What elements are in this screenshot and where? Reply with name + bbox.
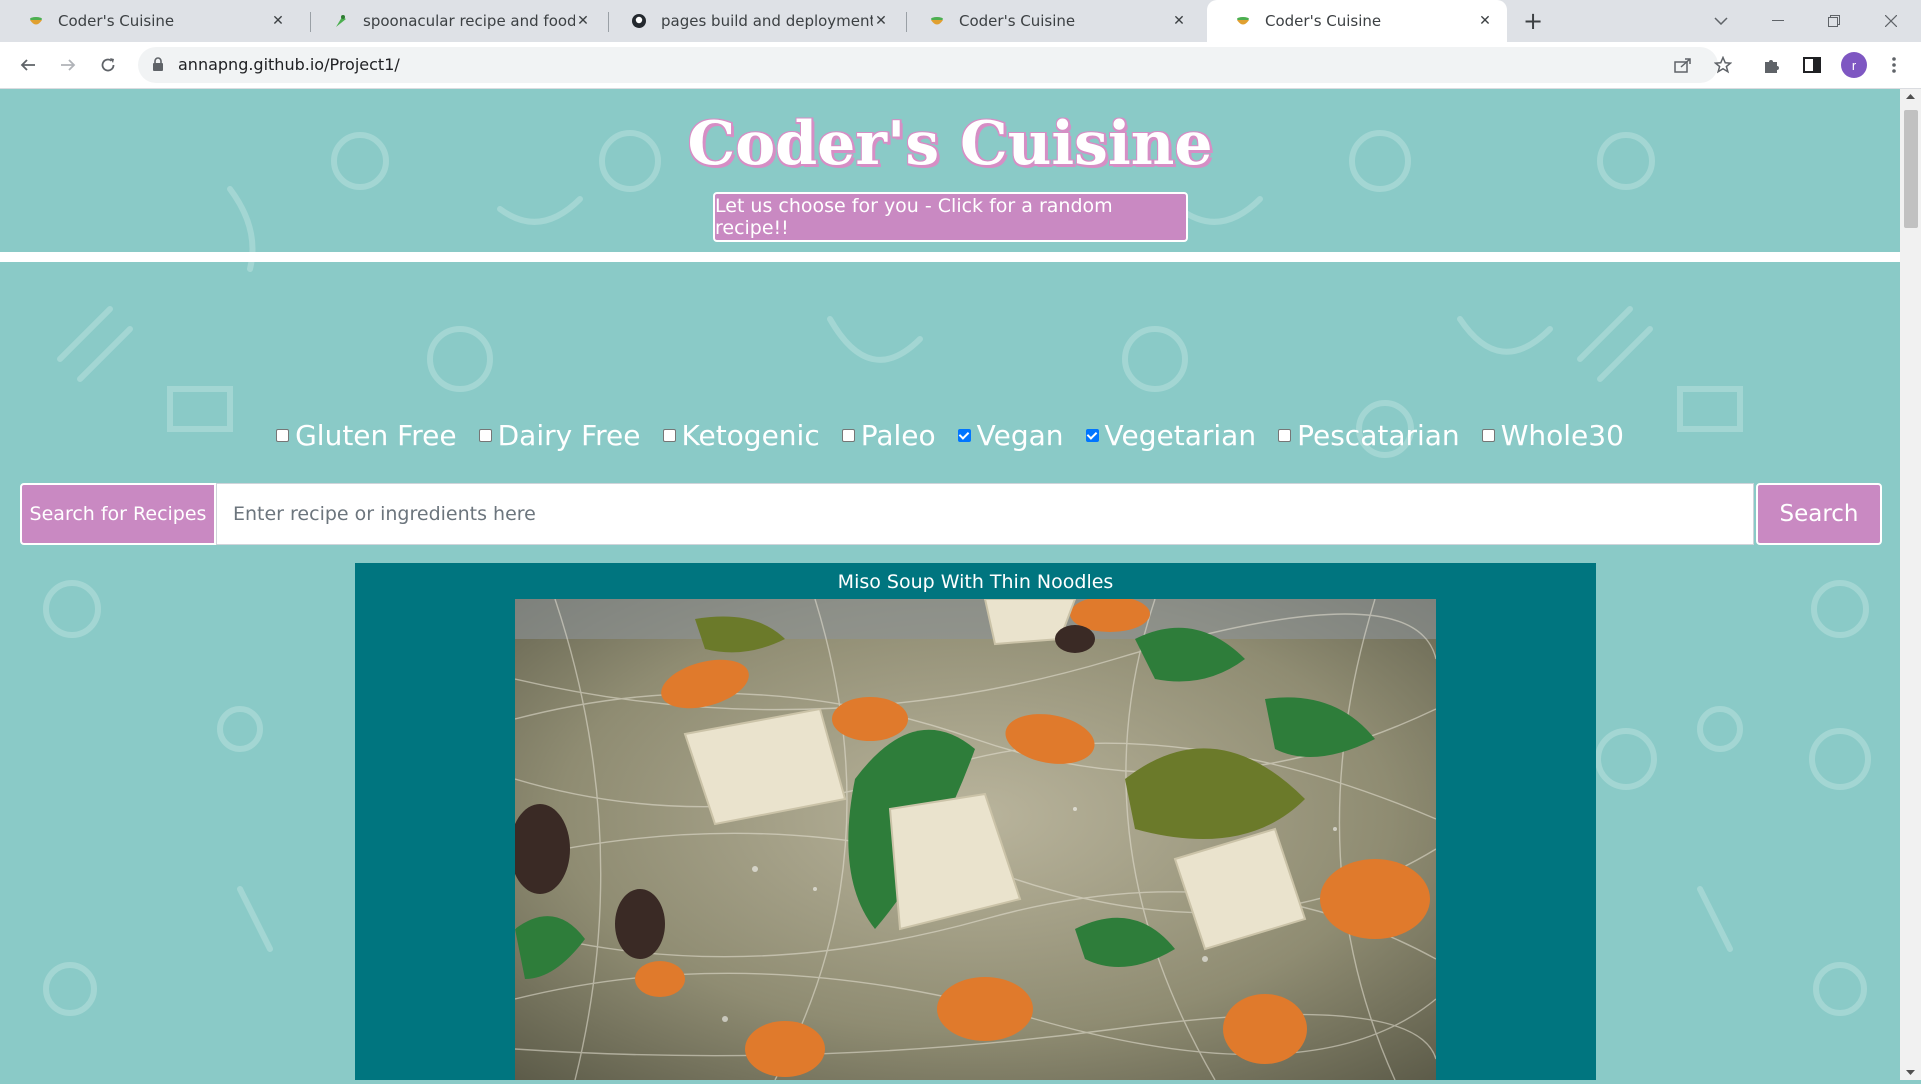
diet-label: Paleo [860, 418, 936, 452]
diet-option-pescatarian[interactable]: Pescatarian [1278, 419, 1460, 452]
browser-tab-5-active[interactable]: Coder's Cuisine ✕ [1207, 0, 1507, 42]
page-scrollbar[interactable] [1900, 89, 1921, 1080]
recipe-title[interactable]: Miso Soup With Thin Noodles [355, 571, 1596, 593]
gluten-free-checkbox[interactable] [276, 428, 290, 442]
bowl-favicon-icon [30, 17, 42, 25]
diet-filter-row: Gluten Free Dairy Free Ketogenic Paleo V… [0, 413, 1900, 457]
header-divider [0, 252, 1900, 262]
diet-label: Ketogenic [681, 418, 820, 452]
ketogenic-checkbox[interactable] [662, 428, 676, 442]
vegan-checkbox[interactable] [957, 428, 971, 442]
restore-icon[interactable] [1806, 0, 1862, 42]
paleo-checkbox[interactable] [841, 428, 855, 442]
dairy-free-checkbox[interactable] [478, 428, 492, 442]
tab-title: Coder's Cuisine [959, 12, 1076, 30]
browser-tab-strip: Coder's Cuisine ✕ spoonacular recipe and… [0, 0, 1921, 42]
diet-label: Dairy Free [497, 418, 641, 452]
scrollbar-arrows [1906, 94, 1915, 1075]
minimize-icon[interactable] [1750, 0, 1806, 42]
diet-label: Pescatarian [1297, 418, 1460, 452]
diet-option-whole30[interactable]: Whole30 [1481, 418, 1624, 452]
browser-toolbar: annapng.github.io/Project1/ r [0, 42, 1921, 89]
diet-option-ketogenic[interactable]: Ketogenic [662, 418, 820, 452]
profile-avatar[interactable]: r [1841, 52, 1867, 78]
diet-option-vegetarian[interactable]: Vegetarian [1085, 418, 1257, 452]
browser-tab-3[interactable]: pages build and deployment · an ✕ [603, 0, 903, 42]
diet-label: Vegetarian [1104, 418, 1257, 452]
tab-title: spoonacular recipe and food API [363, 12, 575, 30]
page-viewport: Coder's Cuisine Let us choose for you - … [0, 89, 1900, 1080]
github-favicon-icon [632, 14, 646, 28]
address-bar[interactable]: annapng.github.io/Project1/ [138, 47, 1718, 83]
browser-tab-1[interactable]: Coder's Cuisine ✕ [0, 0, 300, 42]
browser-tab-4[interactable]: Coder's Cuisine ✕ [901, 0, 1201, 42]
bowl-favicon-icon [1237, 17, 1249, 25]
side-panel-icon[interactable] [1796, 49, 1828, 81]
diet-option-gluten-free[interactable]: Gluten Free [276, 419, 457, 452]
random-recipe-button[interactable]: Let us choose for you - Click for a rand… [713, 192, 1188, 242]
diet-label: Gluten Free [295, 418, 457, 452]
spoonacular-favicon-icon [336, 15, 346, 27]
site-title: Coder's Cuisine [687, 109, 1213, 179]
vegetarian-checkbox[interactable] [1085, 428, 1099, 442]
share-icon[interactable] [1667, 49, 1699, 81]
tab-title: Coder's Cuisine [58, 12, 175, 30]
search-for-recipes-label: Search for Recipes [20, 483, 216, 545]
new-tab-plus-icon[interactable]: + [1517, 5, 1549, 37]
diet-option-paleo[interactable]: Paleo [841, 418, 936, 452]
forward-arrow-icon[interactable] [52, 49, 84, 81]
pescatarian-checkbox[interactable] [1278, 428, 1292, 442]
kebab-menu-icon[interactable] [1878, 49, 1910, 81]
lock-icon[interactable] [152, 57, 164, 72]
recipe-card[interactable]: Miso Soup With Thin Noodles [355, 563, 1596, 1080]
search-button[interactable]: Search [1756, 483, 1882, 545]
browser-tab-2[interactable]: spoonacular recipe and food API ✕ [305, 0, 605, 42]
diet-option-vegan[interactable]: Vegan [957, 418, 1064, 452]
close-icon[interactable]: ✕ [1171, 13, 1187, 29]
bowl-favicon-icon [931, 17, 943, 25]
tab-title: pages build and deployment · an [661, 12, 873, 30]
recipe-photo[interactable] [515, 599, 1436, 1080]
close-icon[interactable]: ✕ [575, 13, 591, 29]
close-icon[interactable]: ✕ [270, 13, 286, 29]
back-arrow-icon[interactable] [12, 49, 44, 81]
diet-option-dairy-free[interactable]: Dairy Free [478, 418, 641, 452]
tab-title: Coder's Cuisine [1265, 12, 1382, 30]
extensions-puzzle-icon[interactable] [1756, 49, 1788, 81]
url-text[interactable]: annapng.github.io/Project1/ [178, 55, 400, 74]
whole30-checkbox[interactable] [1481, 428, 1495, 442]
diet-label: Whole30 [1500, 418, 1624, 452]
bookmark-star-icon[interactable] [1707, 49, 1739, 81]
search-input[interactable] [216, 483, 1754, 545]
search-bar: Search for Recipes Search [20, 483, 1882, 545]
reload-icon[interactable] [92, 49, 124, 81]
tab-search-chevron-icon[interactable] [1693, 0, 1749, 42]
window-close-icon[interactable] [1863, 0, 1919, 42]
diet-label: Vegan [976, 418, 1064, 452]
close-icon[interactable]: ✕ [873, 13, 889, 29]
scrollbar-thumb[interactable] [1904, 110, 1918, 228]
close-icon[interactable]: ✕ [1477, 13, 1493, 29]
